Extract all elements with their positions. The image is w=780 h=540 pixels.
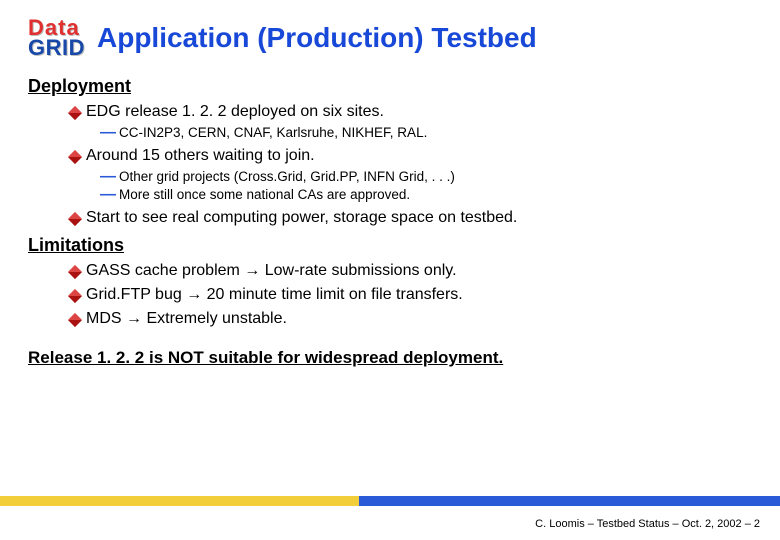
bullet-item: Start to see real computing power, stora… <box>70 209 752 227</box>
bullet-text: MDS → Extremely unstable. <box>86 310 287 328</box>
bullet-text: Grid.FTP bug → 20 minute time limit on f… <box>86 286 463 304</box>
dash-icon: — <box>100 169 116 185</box>
bar-blue <box>359 496 780 506</box>
slide: Data GRID Application (Production) Testb… <box>0 0 780 368</box>
dash-icon: — <box>100 187 116 203</box>
sub-bullet-list: — CC-IN2P3, CERN, CNAF, Karlsruhe, NIKHE… <box>100 125 752 141</box>
section-heading: Deployment <box>28 76 752 97</box>
logo-bottom: GRID <box>28 38 85 58</box>
sub-bullet-text: Other grid projects (Cross.Grid, Grid.PP… <box>119 169 455 184</box>
section-heading: Limitations <box>28 235 752 256</box>
footer-text: C. Loomis – Testbed Status – Oct. 2, 200… <box>535 518 760 530</box>
bullet-item: GASS cache problem → Low-rate submission… <box>70 262 752 280</box>
diamond-icon <box>68 313 82 327</box>
bullet-text: EDG release 1. 2. 2 deployed on six site… <box>86 103 384 121</box>
sub-bullet-item: — CC-IN2P3, CERN, CNAF, Karlsruhe, NIKHE… <box>100 125 752 141</box>
bullet-list: GASS cache problem → Low-rate submission… <box>70 262 752 328</box>
sub-bullet-list: — Other grid projects (Cross.Grid, Grid.… <box>100 169 752 203</box>
datagrid-logo: Data GRID <box>28 18 85 58</box>
header: Data GRID Application (Production) Testb… <box>28 18 752 58</box>
bullet-item: EDG release 1. 2. 2 deployed on six site… <box>70 103 752 121</box>
diamond-icon <box>68 150 82 164</box>
dash-icon: — <box>100 125 116 141</box>
sub-bullet-text: CC-IN2P3, CERN, CNAF, Karlsruhe, NIKHEF,… <box>119 125 427 140</box>
slide-title: Application (Production) Testbed <box>97 22 537 54</box>
bullet-list: EDG release 1. 2. 2 deployed on six site… <box>70 103 752 227</box>
conclusion: Release 1. 2. 2 is NOT suitable for wide… <box>28 348 752 368</box>
diamond-icon <box>68 289 82 303</box>
sub-bullet-text: More still once some national CAs are ap… <box>119 187 410 202</box>
bar-yellow <box>0 496 359 506</box>
diamond-icon <box>68 212 82 226</box>
bullet-item: Grid.FTP bug → 20 minute time limit on f… <box>70 286 752 304</box>
bullet-text: Around 15 others waiting to join. <box>86 147 315 165</box>
sub-bullet-item: — More still once some national CAs are … <box>100 187 752 203</box>
decorative-bar <box>0 496 780 506</box>
diamond-icon <box>68 106 82 120</box>
bullet-item: MDS → Extremely unstable. <box>70 310 752 328</box>
sub-bullet-item: — Other grid projects (Cross.Grid, Grid.… <box>100 169 752 185</box>
bullet-text: Start to see real computing power, stora… <box>86 209 517 227</box>
diamond-icon <box>68 265 82 279</box>
bullet-item: Around 15 others waiting to join. <box>70 147 752 165</box>
bullet-text: GASS cache problem → Low-rate submission… <box>86 262 457 280</box>
